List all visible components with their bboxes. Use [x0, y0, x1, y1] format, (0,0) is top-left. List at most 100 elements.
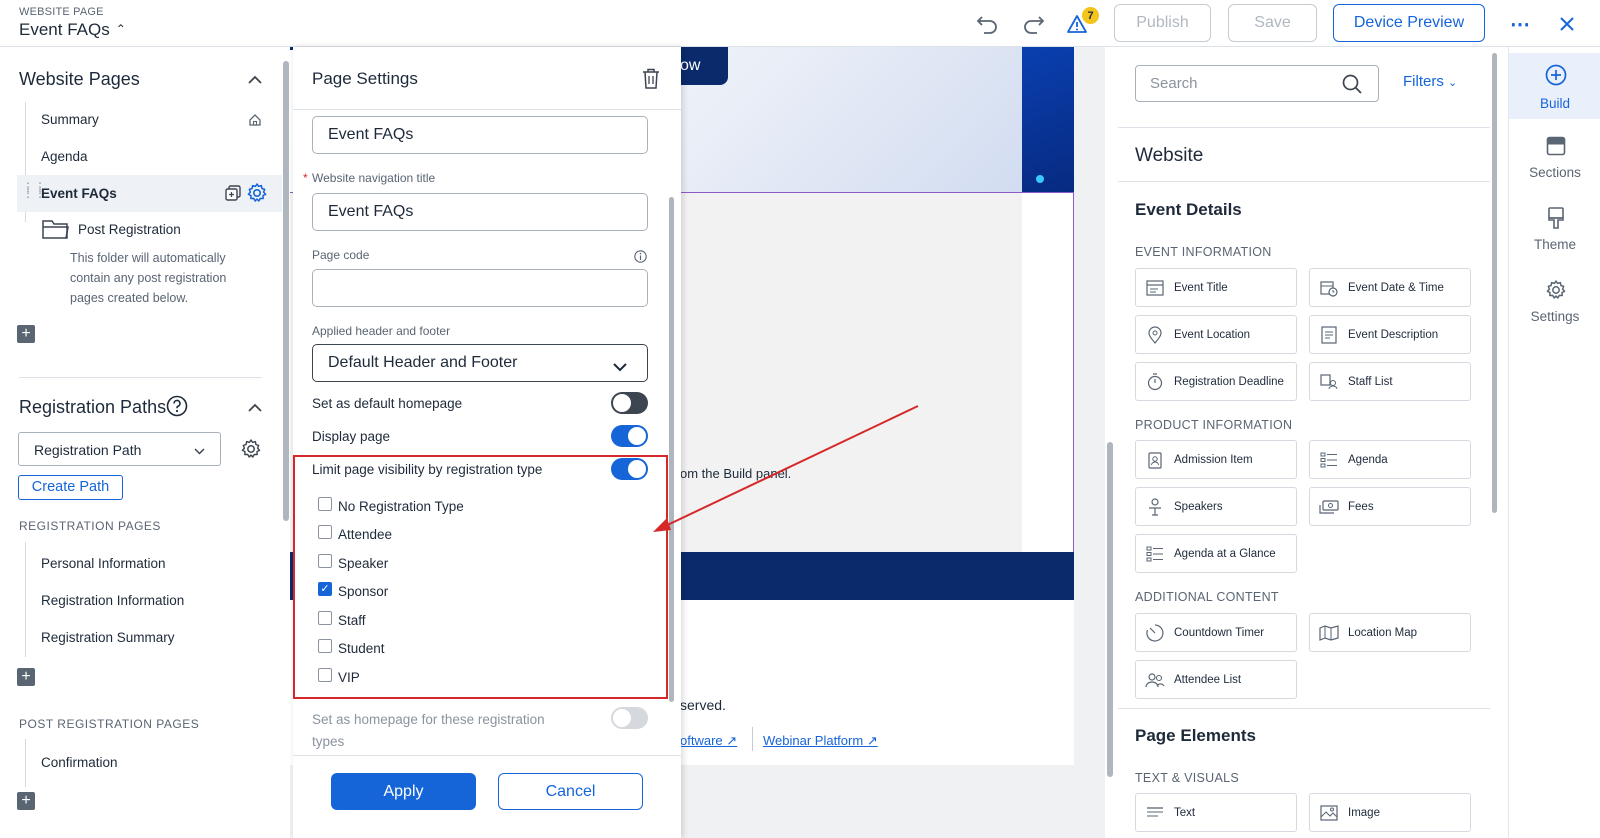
rail-theme[interactable]: Theme — [1509, 199, 1600, 259]
info-icon[interactable] — [633, 249, 647, 263]
save-button[interactable]: Save — [1228, 4, 1317, 42]
page-item-agenda[interactable]: Agenda — [41, 149, 88, 164]
header-footer-select[interactable]: Default Header and Footer — [312, 344, 648, 382]
list-icon — [1136, 546, 1174, 562]
tile-fees[interactable]: Fees — [1309, 487, 1471, 526]
page-title-dropdown[interactable]: Event FAQs ⌃ — [19, 20, 126, 40]
tile-image[interactable]: Image — [1309, 793, 1471, 832]
page-item-event-faqs[interactable]: Event FAQs — [41, 186, 117, 201]
registration-path-select[interactable]: Registration Path — [18, 432, 221, 466]
footer-link-webinar[interactable]: Webinar Platform ↗ — [763, 733, 878, 749]
search-input[interactable]: Search — [1135, 65, 1379, 102]
map-icon — [1310, 624, 1348, 641]
tile-event-location[interactable]: Event Location — [1135, 315, 1297, 354]
add-page-button[interactable]: + — [17, 792, 35, 810]
tile-label: Event Description — [1348, 328, 1439, 341]
tile-label: Staff List — [1348, 375, 1393, 388]
page-name-input[interactable]: Event FAQs — [312, 116, 648, 154]
tile-label: Text — [1174, 806, 1196, 819]
homepage-for-types-label: Set as homepage for these registration t… — [312, 712, 545, 749]
tile-admission-item[interactable]: Admission Item — [1135, 440, 1297, 479]
tile-registration-deadline[interactable]: Registration Deadline — [1135, 362, 1297, 401]
tile-speakers[interactable]: Speakers — [1135, 487, 1297, 526]
page-item-personal-information[interactable]: Personal Information — [41, 556, 166, 571]
folder-icon — [42, 217, 70, 241]
build-scrollbar[interactable] — [1492, 53, 1497, 513]
display-page-toggle[interactable] — [611, 425, 648, 447]
rail-build[interactable]: Build — [1509, 53, 1600, 119]
left-scrollbar[interactable] — [283, 61, 289, 521]
help-icon[interactable] — [166, 395, 188, 417]
duplicate-icon[interactable] — [223, 183, 243, 203]
collapse-chevron-icon[interactable] — [246, 399, 264, 415]
gear-icon — [1544, 278, 1568, 302]
registration-path-value: Registration Path — [34, 442, 142, 458]
page-title: Event FAQs — [19, 20, 110, 39]
tile-label: Registration Deadline — [1174, 375, 1284, 388]
collapse-chevron-icon[interactable] — [246, 71, 264, 87]
gear-icon[interactable] — [240, 438, 262, 460]
website-pages-panel: Website Pages Summary Agenda ⋮⋮ ⋮⋮ Event … — [0, 47, 289, 838]
tile-label: Event Location — [1174, 328, 1251, 341]
filters-button[interactable]: Filters ⌄ — [1403, 73, 1457, 90]
tile-staff-list[interactable]: Staff List — [1309, 362, 1471, 401]
tile-label: Fees — [1348, 500, 1374, 513]
tile-event-description[interactable]: Event Description — [1309, 315, 1471, 354]
trash-icon[interactable] — [641, 67, 661, 89]
stopwatch-icon — [1136, 372, 1174, 391]
tile-label: Agenda at a Glance — [1174, 547, 1276, 560]
title-icon — [1136, 279, 1174, 296]
text-icon — [1136, 806, 1174, 820]
tile-agenda-at-a-glance[interactable]: Agenda at a Glance — [1135, 534, 1297, 573]
page-item-summary[interactable]: Summary — [41, 112, 99, 127]
tile-label: Event Title — [1174, 281, 1228, 294]
rail-sections[interactable]: Sections — [1509, 127, 1600, 187]
top-bar: WEBSITE PAGE Event FAQs ⌃ 7 Publish Save … — [0, 0, 1600, 47]
page-settings-gear-icon[interactable] — [246, 182, 268, 204]
nav-title-input[interactable]: Event FAQs — [312, 193, 648, 231]
required-asterisk: * — [303, 171, 308, 185]
page-item-confirmation[interactable]: Confirmation — [41, 755, 118, 770]
speaker-icon — [1136, 497, 1174, 516]
device-preview-button[interactable]: Device Preview — [1333, 4, 1485, 42]
create-path-button[interactable]: Create Path — [18, 475, 123, 500]
tile-attendee-list[interactable]: Attendee List — [1135, 660, 1297, 699]
registration-paths-heading: Registration Paths — [19, 397, 167, 417]
add-page-button[interactable]: + — [17, 325, 35, 343]
preview-scrollbar[interactable] — [1107, 442, 1113, 777]
tile-countdown-timer[interactable]: Countdown Timer — [1135, 613, 1297, 652]
nav-title-label: Website navigation title — [312, 171, 436, 185]
website-heading: Website — [1135, 145, 1204, 166]
pin-icon — [1136, 325, 1174, 344]
tile-event-date-time[interactable]: Event Date & Time — [1309, 268, 1471, 307]
cancel-button[interactable]: Cancel — [498, 773, 643, 810]
redo-icon[interactable] — [1022, 12, 1046, 36]
tile-label: Countdown Timer — [1174, 626, 1265, 639]
tile-agenda[interactable]: Agenda — [1309, 440, 1471, 479]
page-item-registration-summary[interactable]: Registration Summary — [41, 630, 175, 645]
publish-button[interactable]: Publish — [1114, 4, 1211, 42]
default-homepage-toggle[interactable] — [611, 392, 648, 414]
tile-label: Admission Item — [1174, 453, 1253, 466]
more-options-icon[interactable]: ⋯ — [1508, 12, 1532, 36]
home-icon — [247, 112, 263, 128]
footer-link-webinar-label: Webinar Platform — [763, 733, 864, 748]
product-information-heading: PRODUCT INFORMATION — [1135, 418, 1293, 432]
rail-settings[interactable]: Settings — [1509, 271, 1600, 331]
close-icon[interactable] — [1555, 12, 1579, 36]
add-page-button[interactable]: + — [17, 668, 35, 686]
page-item-registration-information[interactable]: Registration Information — [41, 593, 184, 608]
header-footer-label: Applied header and footer — [312, 324, 451, 338]
tile-text[interactable]: Text — [1135, 793, 1297, 832]
page-code-input[interactable] — [312, 269, 648, 307]
header-footer-value: Default Header and Footer — [328, 354, 518, 371]
undo-icon[interactable] — [975, 12, 999, 36]
apply-button[interactable]: Apply — [331, 773, 476, 810]
tile-location-map[interactable]: Location Map — [1309, 613, 1471, 652]
footer-link-software[interactable]: oftware ↗ — [680, 733, 737, 749]
tile-event-title[interactable]: Event Title — [1135, 268, 1297, 307]
folder-post-registration[interactable]: Post Registration — [78, 222, 181, 237]
build-panel: Search Filters ⌄ Website Event Details E… — [1118, 47, 1504, 838]
hero-cta-label: ow — [680, 57, 701, 74]
homepage-for-types-toggle[interactable] — [611, 707, 648, 729]
